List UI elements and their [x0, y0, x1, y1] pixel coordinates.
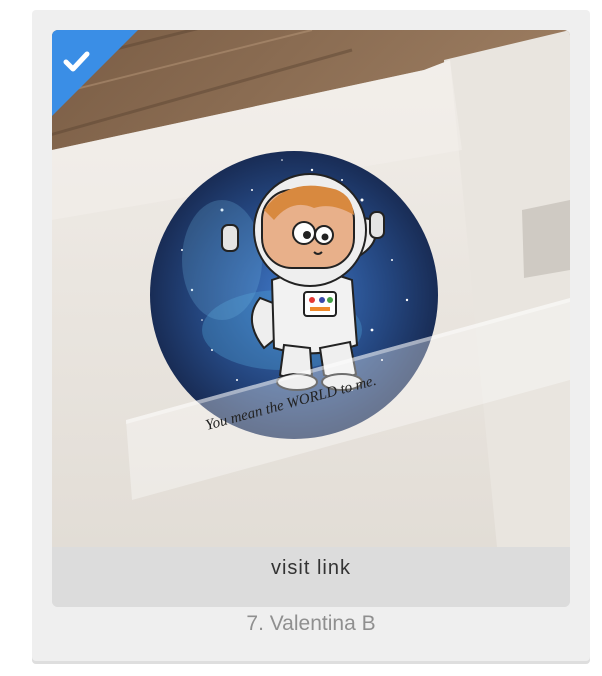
selected-badge	[52, 30, 138, 116]
visit-link-bar[interactable]: visit link	[52, 547, 570, 607]
visit-link[interactable]: visit link	[271, 557, 351, 580]
badge-triangle	[52, 30, 138, 116]
entry-thumbnail[interactable]: You mean the WORLD to me. visit link	[52, 30, 570, 607]
entry-name: 7. Valentina B	[246, 612, 376, 635]
entry-card: You mean the WORLD to me. visit link 7. …	[32, 10, 590, 664]
